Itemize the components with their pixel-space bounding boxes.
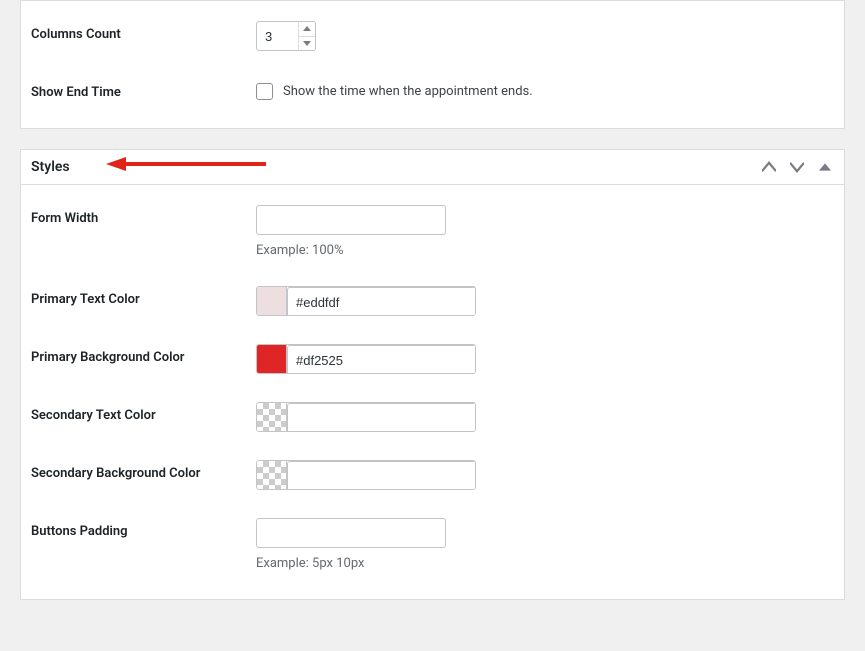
secondary-bg-color-label: Secondary Background Color [31,460,256,481]
buttons-padding-input[interactable] [256,518,446,548]
primary-bg-color-swatch[interactable] [257,345,287,373]
form-width-input[interactable] [256,205,446,235]
primary-text-color-picker[interactable] [256,286,476,316]
row-secondary-text-color: Secondary Text Color [31,388,834,446]
form-width-label: Form Width [31,205,256,226]
row-form-width: Form Width Example: 100% [31,191,834,272]
row-show-end-time: Show End Time Show the time when the app… [31,65,834,114]
row-primary-text-color: Primary Text Color [31,272,834,330]
secondary-bg-color-swatch[interactable] [257,461,287,489]
buttons-padding-hint: Example: 5px 10px [256,556,834,571]
stepper-down-icon[interactable] [299,37,315,51]
secondary-text-color-label: Secondary Text Color [31,402,256,423]
secondary-text-color-swatch[interactable] [257,403,287,431]
collapse-icon[interactable] [816,158,834,176]
primary-text-color-label: Primary Text Color [31,286,256,307]
secondary-bg-color-input[interactable] [287,461,476,490]
primary-bg-color-input[interactable] [287,345,476,374]
move-down-icon[interactable] [788,158,806,176]
form-width-hint: Example: 100% [256,243,834,258]
columns-count-label: Columns Count [31,21,256,42]
buttons-padding-label: Buttons Padding [31,518,256,539]
primary-text-color-swatch[interactable] [257,287,287,315]
settings-panel-styles: Styles Form Width [20,149,845,600]
columns-count-stepper[interactable] [298,22,315,50]
primary-text-color-input[interactable] [287,287,476,316]
styles-section-title: Styles [31,159,70,175]
move-up-icon[interactable] [760,158,778,176]
show-end-time-checkbox[interactable] [256,83,273,100]
secondary-text-color-input[interactable] [287,403,476,432]
secondary-bg-color-picker[interactable] [256,460,476,490]
arrow-annotation-icon [106,155,266,173]
row-buttons-padding: Buttons Padding Example: 5px 10px [31,504,834,585]
show-end-time-desc: Show the time when the appointment ends. [283,84,533,99]
settings-panel-top: Columns Count [20,0,845,129]
row-secondary-bg-color: Secondary Background Color [31,446,834,504]
row-primary-bg-color: Primary Background Color [31,330,834,388]
secondary-text-color-picker[interactable] [256,402,476,432]
show-end-time-label: Show End Time [31,79,256,100]
styles-section-header[interactable]: Styles [21,150,844,185]
primary-bg-color-picker[interactable] [256,344,476,374]
row-columns-count: Columns Count [31,7,834,65]
primary-bg-color-label: Primary Background Color [31,344,256,365]
stepper-up-icon[interactable] [299,22,315,37]
